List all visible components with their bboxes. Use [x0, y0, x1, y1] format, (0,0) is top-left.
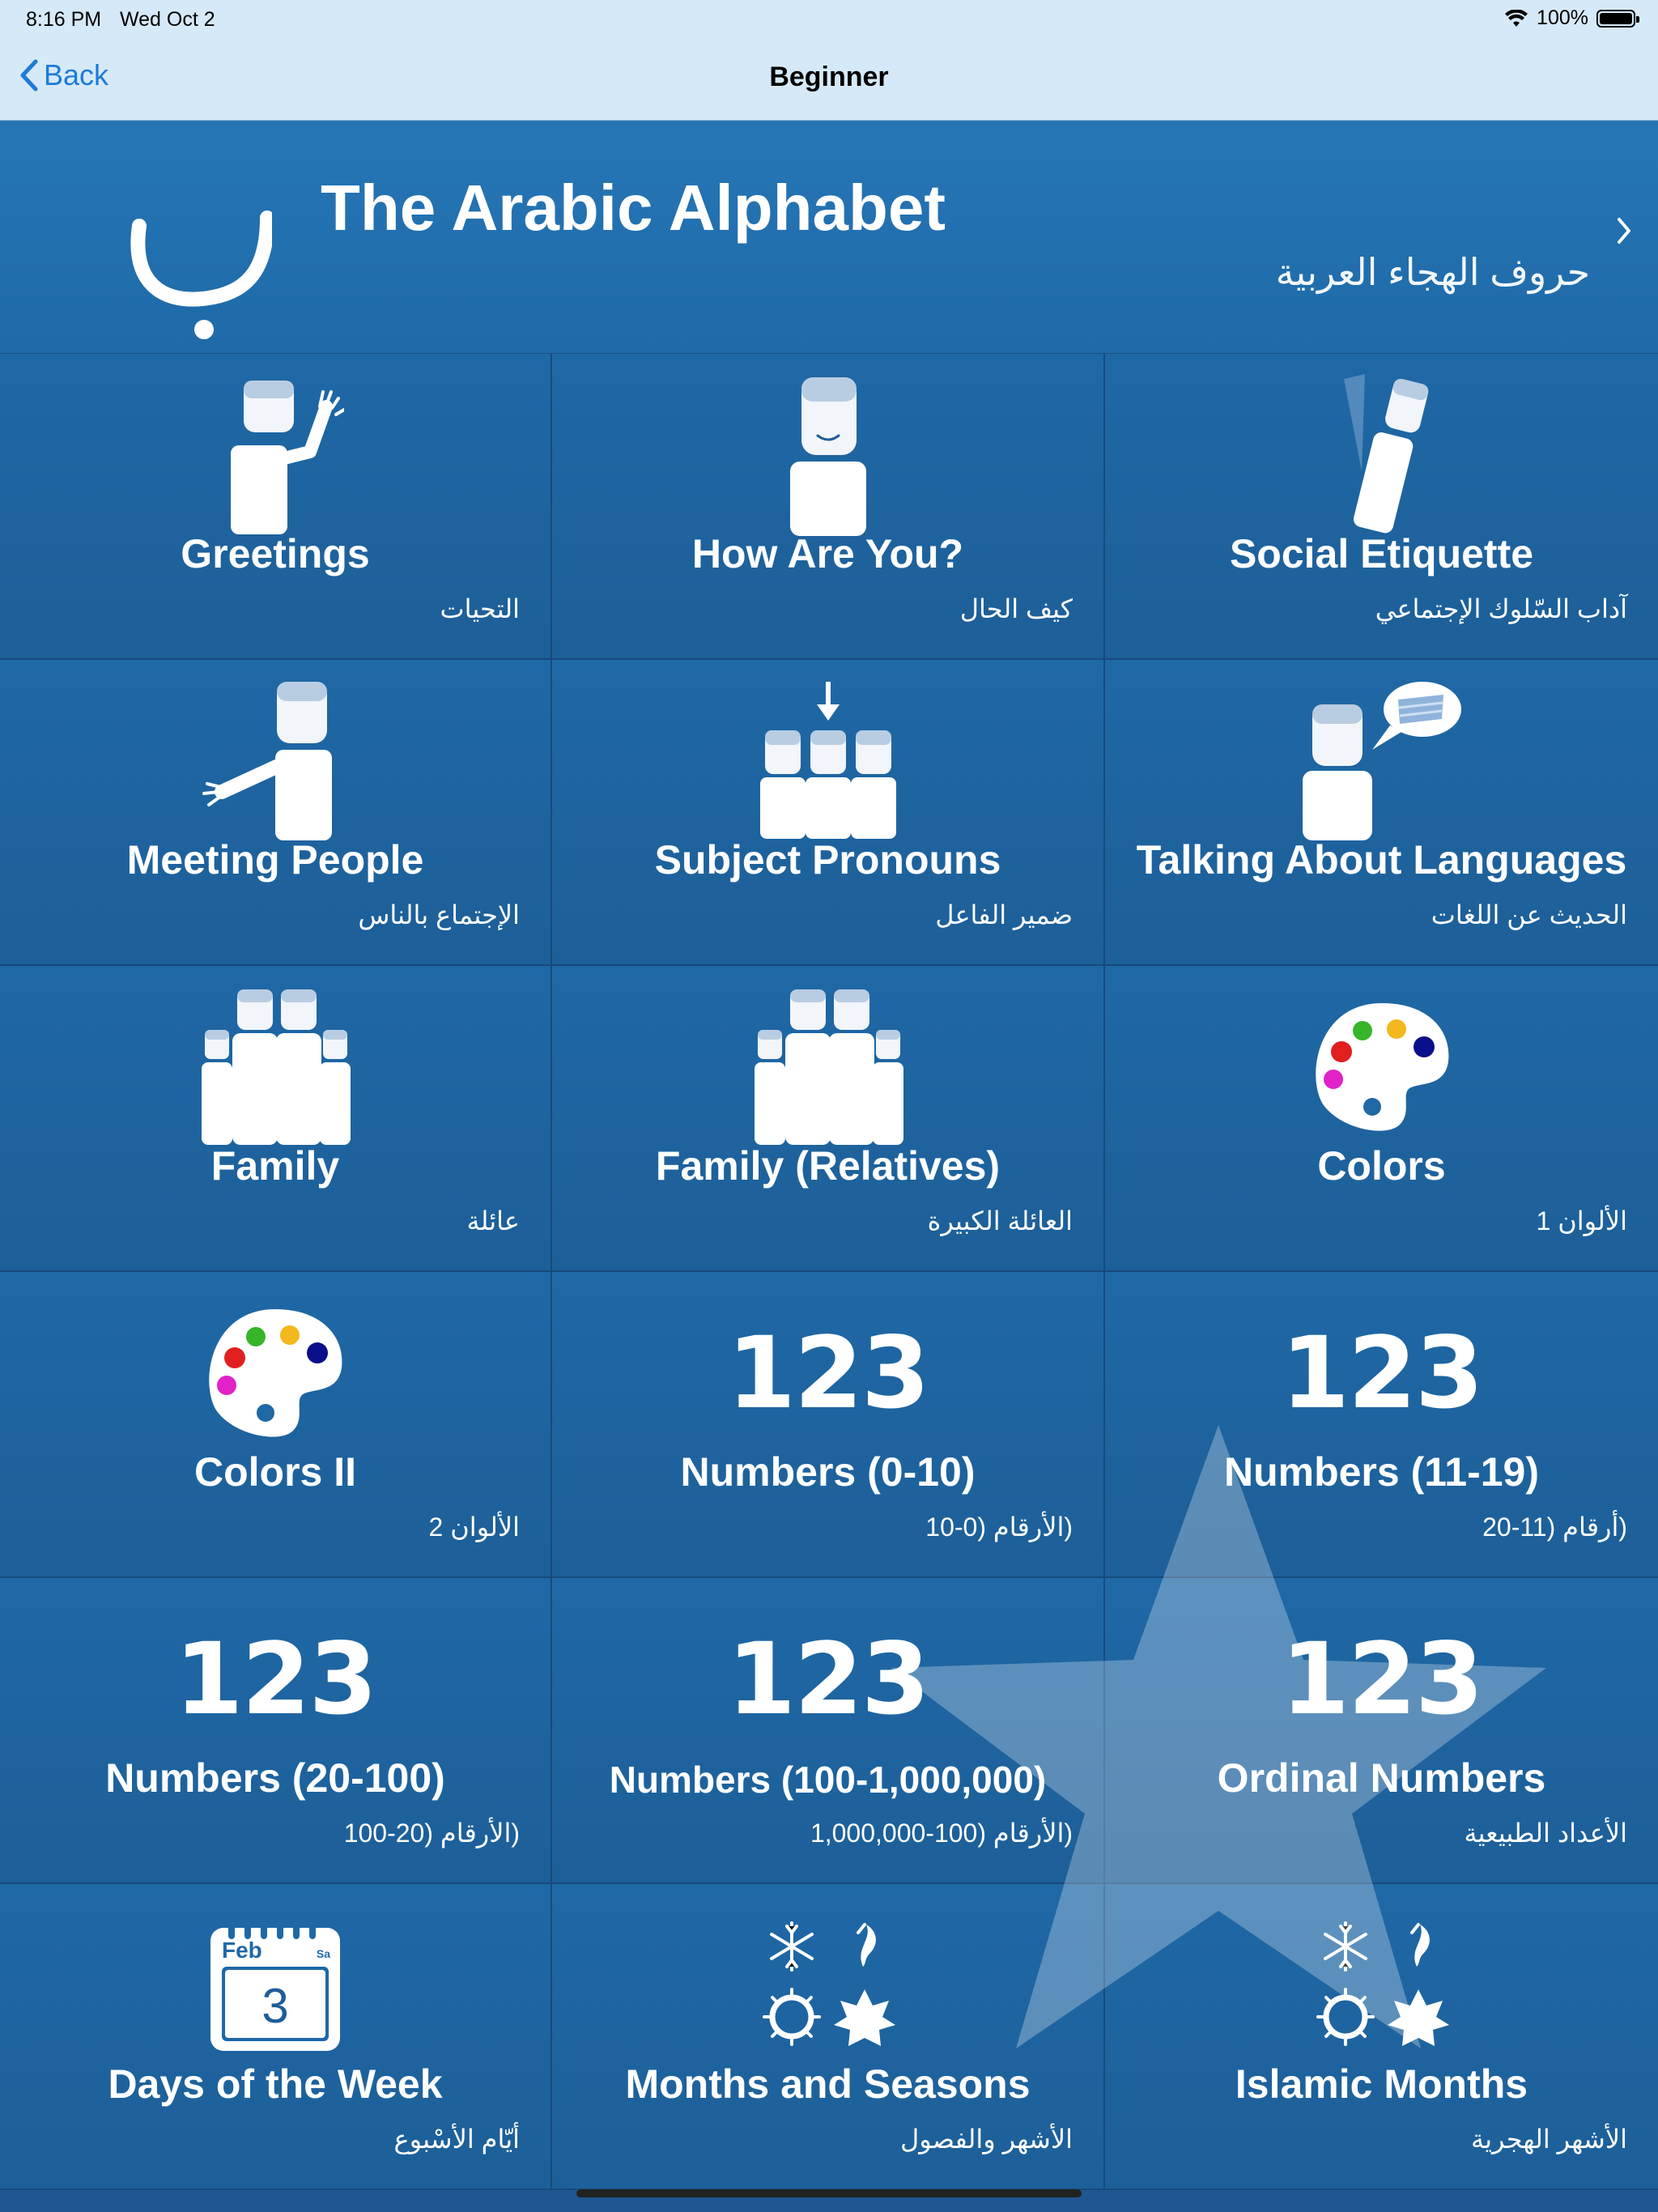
- banner-title: The Arabic Alphabet: [321, 172, 946, 244]
- numbers-icon: 123: [1281, 1622, 1484, 1737]
- palette-icon: [1315, 1003, 1448, 1131]
- pronouns-group-icon: [759, 682, 896, 839]
- lesson-tile-family-relatives[interactable]: Family (Relatives) العائلة الكبيرة: [552, 966, 1105, 1272]
- numbers-icon: 123: [727, 1622, 930, 1737]
- calendar-weekday: Sa: [316, 1947, 330, 1960]
- arabic-letter-ba-icon: [130, 211, 272, 339]
- lesson-tile-greetings[interactable]: Greetings التحيات: [0, 354, 552, 660]
- lesson-tile-days-of-the-week[interactable]: Feb Sa 3 Days of the Week أيّام الأسْبوع: [0, 1884, 552, 2190]
- relatives-icon: [754, 989, 903, 1145]
- lesson-title: Numbers (11-19): [1223, 1449, 1540, 1495]
- lesson-arabic-title: الألوان 1: [1536, 1206, 1628, 1236]
- status-time: 8:16 PM: [26, 8, 102, 31]
- lesson-title: Colors II: [193, 1449, 357, 1495]
- lesson-tile-family[interactable]: Family عائلة: [0, 966, 552, 1272]
- lesson-arabic-title: أيّام الأسْبوع: [393, 2125, 520, 2154]
- banner-subtitle: حروف الهجاء العربية: [1275, 251, 1590, 293]
- lesson-title: Meeting People: [126, 837, 424, 883]
- lesson-tile-colors-ii[interactable]: Colors II الألوان 2: [0, 1272, 552, 1578]
- lesson-arabic-title: الإجتماع بالناس: [358, 900, 520, 929]
- lesson-tile-subject-pronouns[interactable]: Subject Pronouns ضمير الفاعل: [552, 660, 1105, 966]
- lesson-arabic-title: الأعداد الطبيعية: [1464, 1819, 1627, 1848]
- speech-flag-icon: [1302, 682, 1461, 840]
- status-right: 100%: [1504, 6, 1639, 30]
- person-bowing-icon: [1343, 374, 1428, 534]
- chevron-right-icon: [1618, 218, 1630, 244]
- arabic-alphabet-banner[interactable]: The Arabic Alphabet حروف الهجاء العربية: [0, 121, 1658, 355]
- lesson-title: Months and Seasons: [625, 2061, 1031, 2107]
- lesson-title: Family: [210, 1143, 340, 1189]
- lesson-arabic-title: العائلة الكبيرة: [927, 1206, 1073, 1236]
- wifi-icon: [1505, 9, 1528, 27]
- lesson-tile-meeting-people[interactable]: Meeting People الإجتماع بالناس: [0, 660, 552, 966]
- lesson-tile-colors[interactable]: Colors الألوان 1: [1105, 966, 1658, 1272]
- seasons-icon: [1316, 1921, 1449, 2046]
- lesson-title: Numbers (100-1,000,000): [609, 1759, 1047, 1801]
- lesson-title: Greetings: [181, 531, 370, 576]
- lesson-arabic-title: (الأرقام (0-10: [925, 1512, 1073, 1542]
- battery-percent: 100%: [1537, 6, 1588, 29]
- lesson-arabic-title: آداب السّلوك الإجتماعي: [1375, 594, 1627, 623]
- status-bar: 8:16 PM Wed Oct 2 100%: [0, 0, 1658, 39]
- lesson-tile-numbers-11-19[interactable]: 123 Numbers (11-19) (أرقام (11-20: [1105, 1272, 1658, 1578]
- numbers-icon: 123: [1281, 1316, 1484, 1431]
- lesson-title: Ordinal Numbers: [1217, 1755, 1546, 1801]
- lesson-arabic-title: الأشهر الهجرية: [1470, 2125, 1627, 2154]
- page-title: Beginner: [769, 62, 889, 92]
- numbers-icon: 123: [727, 1316, 930, 1431]
- person-handshake-icon: [202, 682, 332, 840]
- lesson-arabic-title: الألوان 2: [428, 1512, 521, 1542]
- battery-icon: [1596, 9, 1639, 28]
- family-icon: [202, 989, 351, 1145]
- lesson-tile-months-and-seasons[interactable]: Months and Seasons الأشهر والفصول: [552, 1884, 1105, 2190]
- lesson-tile-how-are-you[interactable]: How Are You? كيف الحال: [552, 354, 1105, 660]
- palette-icon: [209, 1309, 342, 1437]
- status-date: Wed Oct 2: [120, 8, 215, 31]
- lesson-arabic-title: عائلة: [466, 1206, 521, 1236]
- lesson-arabic-title: ضمير الفاعل: [935, 900, 1073, 929]
- lesson-tile-social-etiquette[interactable]: Social Etiquette آداب السّلوك الإجتماعي: [1105, 354, 1658, 660]
- home-indicator[interactable]: [576, 2189, 1082, 2197]
- lesson-title: Talking About Languages: [1136, 837, 1627, 883]
- lesson-tile-numbers-0-10[interactable]: 123 Numbers (0-10) (الأرقام (0-10: [552, 1272, 1105, 1578]
- lesson-tile-numbers-20-100[interactable]: 123 Numbers (20-100) (الأرقام (20-100: [0, 1578, 552, 1884]
- lesson-tile-talking-about-languages[interactable]: Talking About Languages الحديث عن اللغات: [1105, 660, 1658, 966]
- lesson-tile-islamic-months[interactable]: Islamic Months الأشهر الهجرية: [1105, 1884, 1658, 2190]
- lesson-arabic-title: (الأرقام (20-100: [343, 1819, 520, 1848]
- lesson-title: Social Etiquette: [1229, 531, 1534, 576]
- lesson-title: Family (Relatives): [655, 1143, 1001, 1189]
- lesson-arabic-title: التحيات: [440, 594, 520, 623]
- calendar-month: Feb: [222, 1938, 262, 1963]
- lesson-tile-numbers-100-1000000[interactable]: 123 Numbers (100-1,000,000) (الأرقام (10…: [552, 1578, 1105, 1884]
- lesson-arabic-title: الحديث عن اللغات: [1431, 900, 1627, 929]
- lesson-title: Numbers (20-100): [105, 1755, 445, 1801]
- calendar-icon: Feb Sa 3: [207, 1916, 343, 2054]
- lesson-title: Islamic Months: [1235, 2061, 1528, 2107]
- lesson-title: Days of the Week: [108, 2061, 443, 2107]
- person-smiling-icon: [789, 377, 866, 536]
- lesson-arabic-title: (أرقام (11-20: [1482, 1512, 1627, 1542]
- lesson-title: Colors: [1317, 1143, 1446, 1189]
- lesson-tile-ordinal-numbers[interactable]: 123 Ordinal Numbers الأعداد الطبيعية: [1105, 1578, 1658, 1884]
- lesson-title: How Are You?: [691, 531, 964, 576]
- seasons-icon: [762, 1921, 895, 2046]
- navigation-bar: Back Beginner: [0, 39, 1658, 121]
- lesson-arabic-title: الأشهر والفصول: [899, 2125, 1073, 2154]
- lesson-arabic-title: كيف الحال: [959, 594, 1073, 623]
- calendar-day: 3: [261, 1979, 289, 2033]
- lesson-arabic-title: (الأرقام (100-1,000,000: [810, 1819, 1073, 1848]
- lesson-grid: Greetings التحيات How Are You? كيف الحال: [0, 354, 1658, 2212]
- numbers-icon: 123: [174, 1622, 378, 1737]
- person-waving-icon: [231, 381, 344, 534]
- lesson-title: Numbers (0-10): [680, 1449, 976, 1495]
- lesson-title: Subject Pronouns: [654, 837, 1001, 883]
